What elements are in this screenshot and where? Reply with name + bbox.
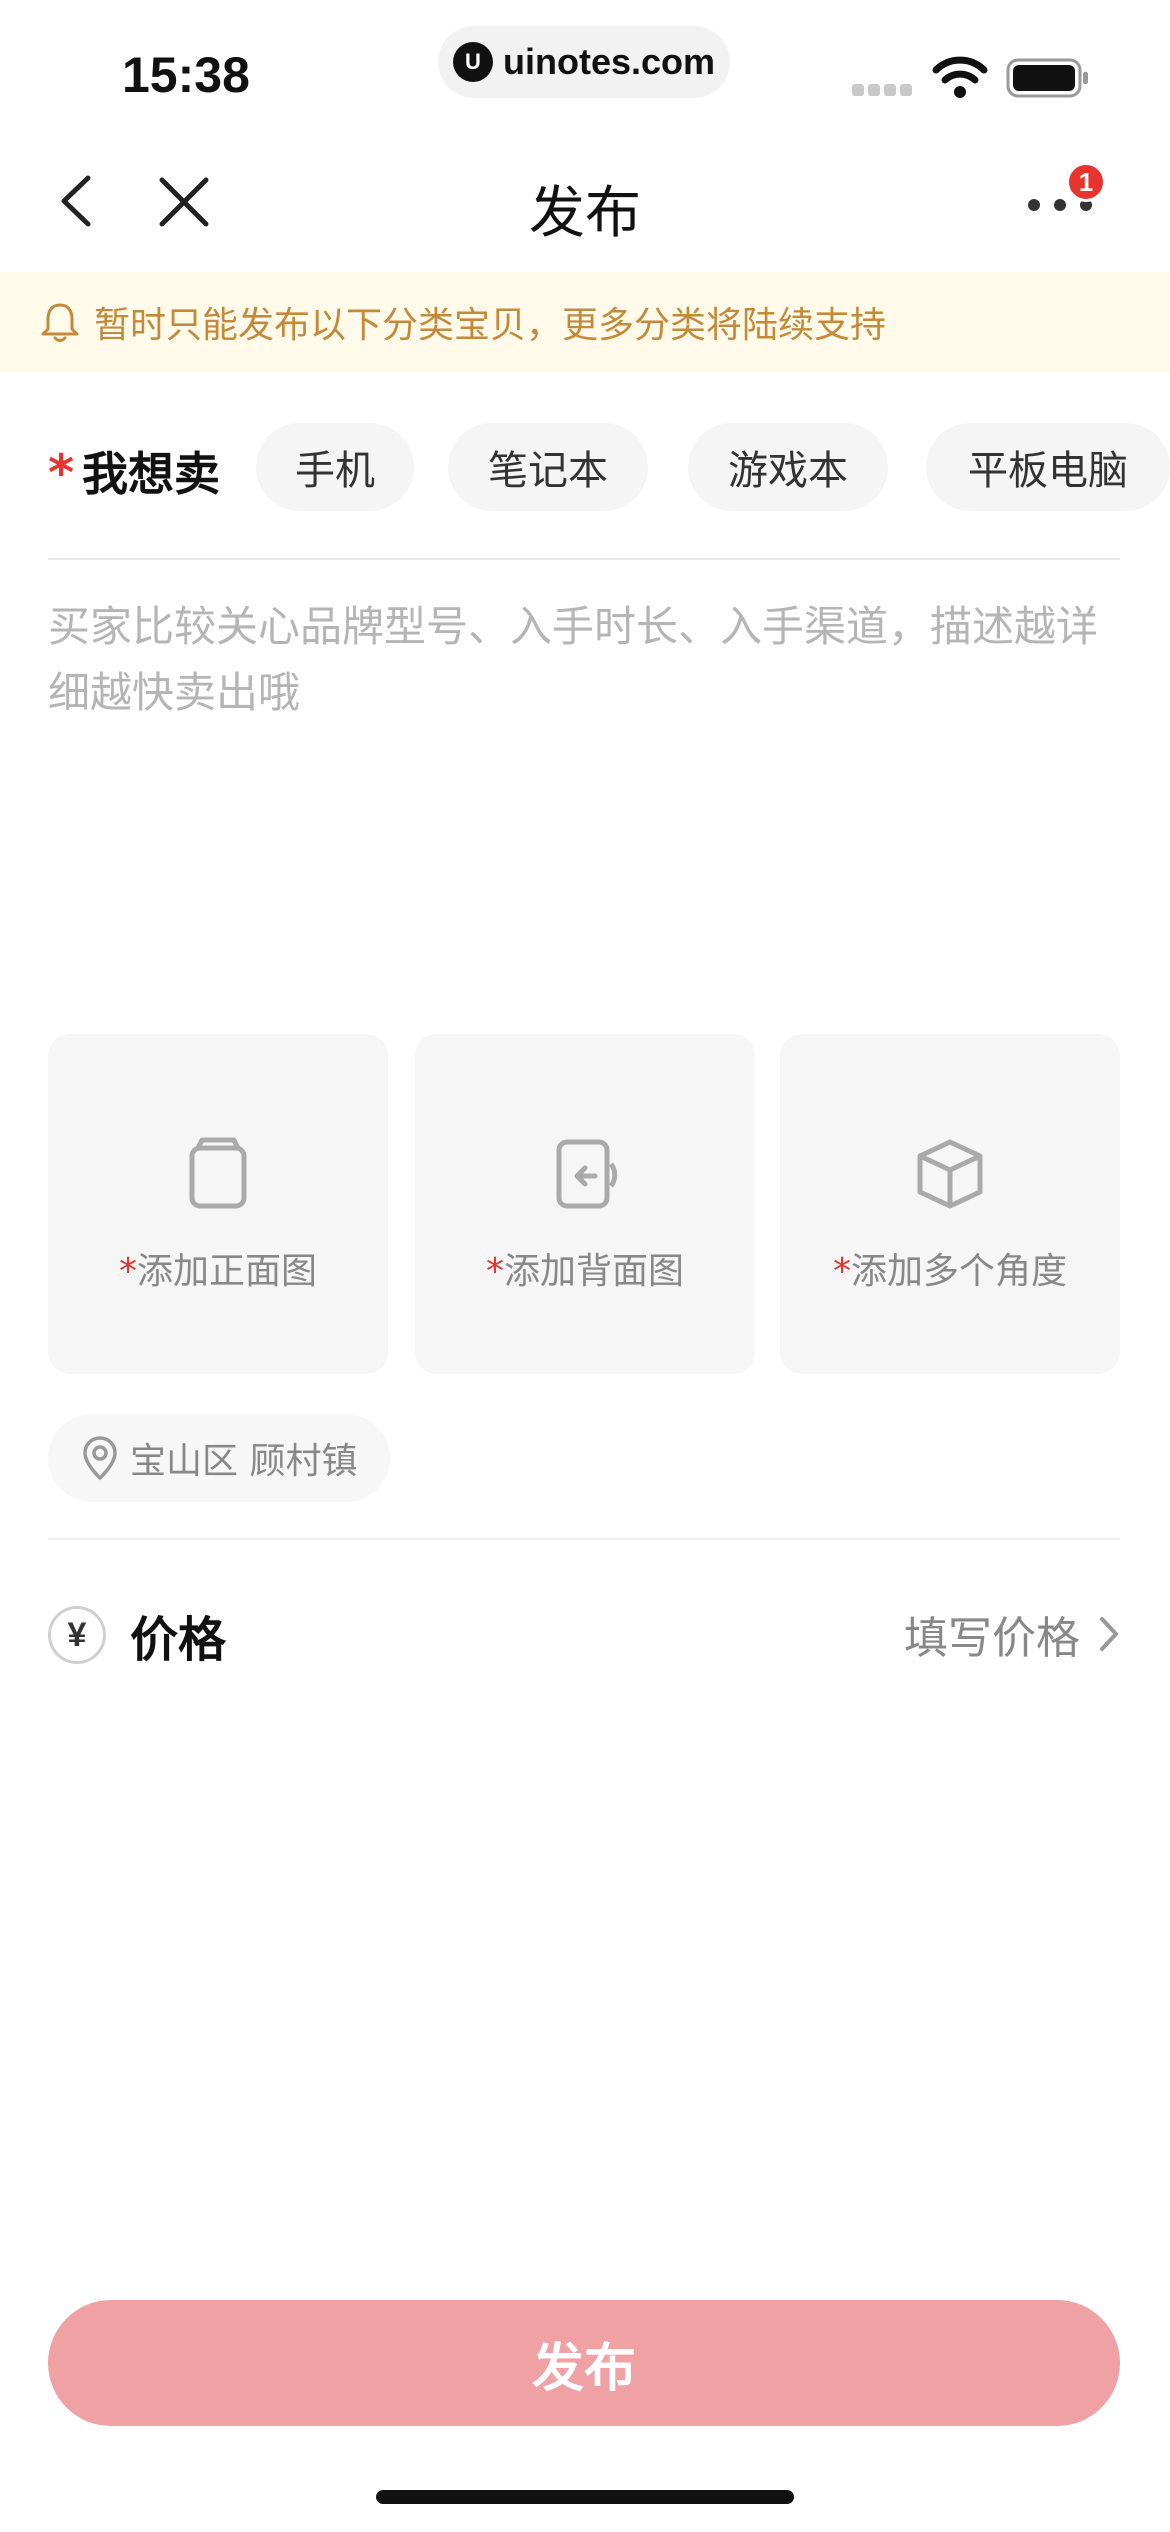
- url-pill[interactable]: U uinotes.com: [438, 26, 730, 98]
- add-front-photo-label: 添加正面图: [136, 1251, 317, 1292]
- cellular-signal-icon: [852, 84, 912, 96]
- add-angles-photo-tile[interactable]: *添加多个角度: [780, 1034, 1120, 1374]
- divider: [48, 1538, 1120, 1540]
- price-label: 价格: [130, 1612, 227, 1668]
- notice-text: 暂时只能发布以下分类宝贝，更多分类将陆续支持: [94, 305, 887, 346]
- status-time: 15:38: [122, 47, 250, 103]
- site-logo-icon: U: [452, 42, 493, 82]
- notice-banner: 暂时只能发布以下分类宝贝，更多分类将陆续支持: [0, 272, 1170, 372]
- status-bar: 15:38 U uinotes.com: [0, 0, 1170, 130]
- chevron-right-icon: [1100, 1617, 1118, 1651]
- description-input[interactable]: 买家比较关心品牌型号、入手时长、入手渠道，描述越详细越快卖出哦: [48, 594, 1120, 726]
- price-row[interactable]: ¥ 价格 填写价格: [48, 1582, 1120, 1682]
- required-mark: *: [485, 1251, 504, 1292]
- publish-button[interactable]: 发布: [48, 2300, 1120, 2426]
- yuan-icon: ¥: [48, 1606, 106, 1664]
- add-back-photo-tile[interactable]: *添加背面图: [415, 1034, 755, 1374]
- category-chip-laptop[interactable]: 笔记本: [448, 423, 648, 511]
- required-mark: *: [832, 1251, 851, 1292]
- notification-badge: 1: [1066, 162, 1106, 202]
- price-action[interactable]: 填写价格: [904, 1602, 1120, 1666]
- add-back-photo-label: 添加背面图: [503, 1251, 684, 1292]
- category-chip-phone[interactable]: 手机: [256, 423, 414, 511]
- wifi-icon: [932, 56, 988, 98]
- category-chip-tablet[interactable]: 平板电脑: [926, 423, 1170, 511]
- divider: [48, 558, 1120, 560]
- location-text: 宝山区 顾村镇: [130, 1441, 358, 1482]
- page-title: 发布: [529, 181, 641, 246]
- nav-bar: 发布 1: [0, 130, 1170, 272]
- bell-icon: [41, 303, 79, 342]
- required-mark: *: [48, 444, 75, 502]
- add-angles-photo-label: 添加多个角度: [850, 1251, 1067, 1292]
- url-text: uinotes.com: [502, 41, 716, 82]
- location-chip[interactable]: 宝山区 顾村镇: [48, 1414, 390, 1502]
- price-action-text: 填写价格: [904, 1613, 1080, 1664]
- location-pin-icon: [83, 1436, 117, 1481]
- home-indicator[interactable]: [376, 2490, 794, 2504]
- required-mark: *: [118, 1251, 137, 1292]
- phone-back-rotate-icon: [556, 1139, 618, 1209]
- battery-icon: [1006, 58, 1088, 98]
- category-row: * 我想卖 手机 笔记本 游戏本 平板电脑: [0, 420, 1170, 514]
- cube-icon: [917, 1139, 983, 1209]
- category-chip-gaming-laptop[interactable]: 游戏本: [688, 423, 888, 511]
- phone-front-icon: [189, 1137, 247, 1209]
- category-label: 我想卖: [82, 447, 220, 501]
- add-front-photo-tile[interactable]: *添加正面图: [48, 1034, 388, 1374]
